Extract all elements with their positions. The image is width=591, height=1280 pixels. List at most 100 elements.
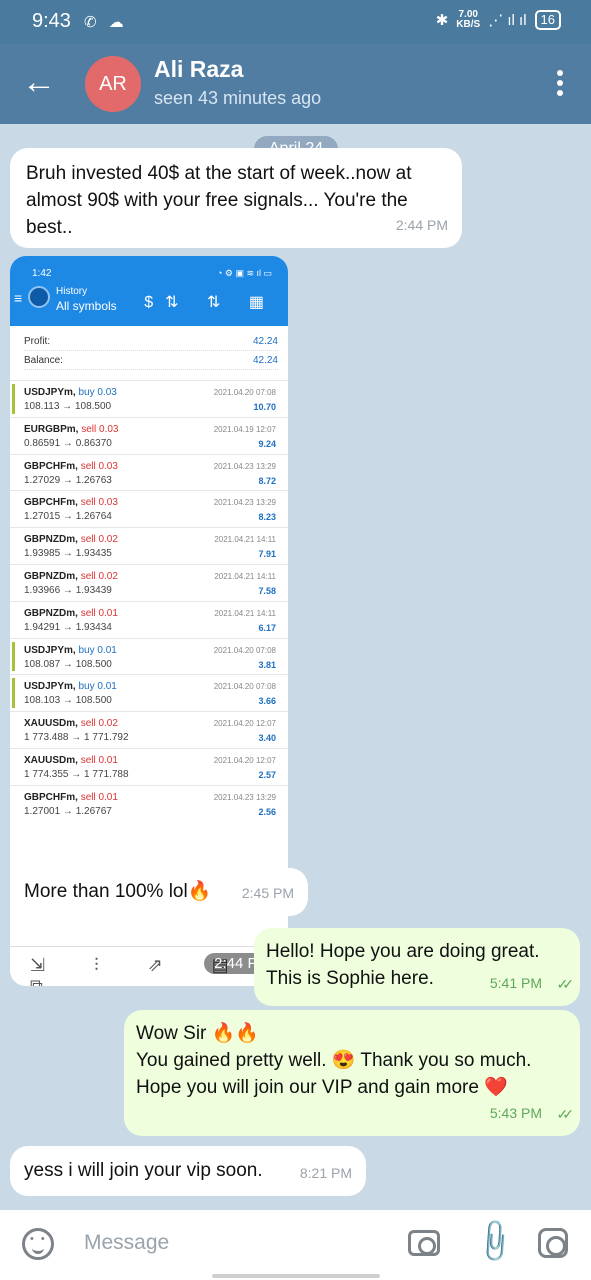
chat-area[interactable]: April 24 Bruh invested 40$ at the start … xyxy=(0,124,591,1210)
app-logo-icon xyxy=(28,286,50,308)
trade-row: GBPNZDm, sell 0.02 1.93985 → 1.93435 2021.… xyxy=(10,527,288,564)
notification-icons: ✆ ☁ xyxy=(84,14,128,31)
message-incoming[interactable]: yess i will join your vip soon. 8:21 PM xyxy=(10,1146,366,1196)
message-outgoing[interactable]: Wow Sir 🔥🔥 You gained pretty well. 😍 Tha… xyxy=(124,1010,580,1136)
trade-prices: 1.27001 → 1.26767 xyxy=(24,805,112,817)
network-speed: 7.00 KB/S xyxy=(456,9,481,30)
trade-row: XAUUSDm, sell 0.01 1 774.355 → 1 771.788 2… xyxy=(10,747,288,785)
trade-symbol: GBPNZDm, sell 0.02 xyxy=(24,570,118,582)
message-time: 2:44 PM xyxy=(395,217,448,233)
trade-side: sell 0.02 xyxy=(80,718,118,730)
chat-header: ← AR Ali Raza seen 43 minutes ago xyxy=(0,44,591,124)
message-line: You gained pretty well. 😍 Thank you so m… xyxy=(136,1050,532,1071)
trade-side: sell 0.02 xyxy=(80,570,118,582)
trade-symbol: GBPCHFm, sell 0.01 xyxy=(24,791,118,803)
trade-symbol: USDJPYm, buy 0.01 xyxy=(24,644,117,656)
trade-prices: 1.27015 → 1.26764 xyxy=(24,511,112,523)
trade-profit: 2.57 xyxy=(258,769,276,780)
trade-symbol: GBPNZDm, sell 0.01 xyxy=(24,607,118,619)
trade-symbol: EURGBPm, sell 0.03 xyxy=(24,423,119,435)
message-incoming[interactable]: More than 100% lol🔥 2:45 PM xyxy=(10,868,308,916)
back-arrow-icon[interactable]: ← xyxy=(22,64,56,100)
attach-icon[interactable]: 📎 xyxy=(469,1216,520,1267)
trade-profit: 6.17 xyxy=(258,622,276,633)
trade-prices: 0.86591 → 0.86370 xyxy=(24,437,112,449)
image-title: History xyxy=(56,286,88,297)
menu-icon: ≡ xyxy=(14,290,23,306)
more-options-icon[interactable] xyxy=(557,70,565,100)
read-receipt-icon: ✓✓ xyxy=(556,1106,575,1122)
trade-datetime: 2021.04.19 12:07 xyxy=(213,424,276,434)
image-status-time: 1:42 xyxy=(32,268,52,279)
trade-prices: 1 774.355 → 1 771.788 xyxy=(24,768,129,780)
trade-list: USDJPYm, buy 0.03 108.113 → 108.500 2021.0… xyxy=(10,380,288,822)
trade-symbol: GBPNZDm, sell 0.02 xyxy=(24,534,118,546)
trade-prices: 1.93966 → 1.93439 xyxy=(24,584,112,596)
trade-side: sell 0.02 xyxy=(80,534,118,546)
status-time: 9:43 xyxy=(32,10,71,32)
emoji-icon[interactable] xyxy=(22,1228,54,1260)
balance-row: Balance: 42.24 xyxy=(24,351,278,370)
trade-profit: 7.58 xyxy=(258,585,276,596)
trade-datetime: 2021.04.20 12:07 xyxy=(213,755,276,765)
trade-row: GBPNZDm, sell 0.01 1.94291 → 1.93434 2021.… xyxy=(10,600,288,638)
message-text: Bruh invested 40$ at the start of week..… xyxy=(26,163,412,238)
trade-datetime: 2021.04.20 07:08 xyxy=(213,388,276,397)
message-time: 2:45 PM xyxy=(241,885,294,901)
trade-row: USDJPYm, buy 0.01 108.103 → 108.500 2021.0… xyxy=(10,674,288,711)
trade-datetime: 2021.04.20 07:08 xyxy=(213,682,276,692)
home-indicator xyxy=(212,1274,380,1278)
message-line: Wow Sir 🔥🔥 xyxy=(136,1023,259,1044)
trade-row: GBPCHFm, sell 0.03 1.27015 → 1.26764 2021.… xyxy=(10,490,288,527)
avatar[interactable]: AR xyxy=(85,56,141,112)
trade-symbol: USDJPYm, buy 0.03 xyxy=(24,387,117,398)
trade-datetime: 2021.04.21 14:11 xyxy=(214,535,276,545)
image-status-icons: ◔ ⚙ ▣ ≋ ıl ▭ xyxy=(216,268,272,278)
trade-side: buy 0.03 xyxy=(78,387,117,398)
trade-profit: 3.66 xyxy=(258,696,276,707)
image-bottom-nav: ⇲ ⫶ ⇗ ▤ ⧉ 2:44 PM xyxy=(10,946,288,986)
trade-row: GBPCHFm, sell 0.01 1.27001 → 1.26767 2021.… xyxy=(10,784,288,822)
message-outgoing[interactable]: Hello! Hope you are doing great. This is… xyxy=(254,928,580,1006)
message-input[interactable]: Message xyxy=(84,1231,169,1255)
trade-datetime: 2021.04.23 13:29 xyxy=(213,792,276,802)
trade-row: EURGBPm, sell 0.03 0.86591 → 0.86370 2021.… xyxy=(10,416,288,454)
trade-profit: 3.40 xyxy=(258,733,276,744)
trade-profit: 10.70 xyxy=(253,402,276,412)
trade-prices: 108.103 → 108.500 xyxy=(24,695,112,707)
message-time: 5:43 PM xyxy=(489,1105,542,1121)
trade-datetime: 2021.04.21 14:11 xyxy=(214,571,276,581)
trade-datetime: 2021.04.21 14:11 xyxy=(214,608,276,618)
trade-profit: 3.81 xyxy=(258,659,276,670)
trade-profit: 2.56 xyxy=(258,806,276,817)
account-summary: Profit: 42.24 Balance: 42.24 xyxy=(10,326,288,374)
profit-row: Profit: 42.24 xyxy=(24,332,278,351)
image-app-header: 1:42 ◔ ⚙ ▣ ≋ ıl ▭ ≡ History All symbols … xyxy=(10,256,288,326)
trade-side: sell 0.01 xyxy=(80,607,118,619)
trade-row: USDJPYm, buy 0.01 108.087 → 108.500 2021.0… xyxy=(10,637,288,675)
trade-side: sell 0.01 xyxy=(80,754,118,766)
trade-datetime: 2021.04.20 07:08 xyxy=(213,645,276,655)
trade-datetime: 2021.04.23 13:29 xyxy=(213,498,276,508)
image-subtitle: All symbols xyxy=(56,299,117,313)
status-right: ✱ 7.00 KB/S ⋰ ıl ıl 16 xyxy=(436,10,561,30)
trade-prices: 1.93985 → 1.93435 xyxy=(24,548,112,560)
camera-icon[interactable] xyxy=(408,1230,440,1256)
trade-profit: 7.91 xyxy=(258,549,276,560)
trade-prices: 1 773.488 → 1 771.792 xyxy=(24,732,129,744)
message-incoming[interactable]: Bruh invested 40$ at the start of week..… xyxy=(10,148,462,248)
last-seen-status: seen 43 minutes ago xyxy=(154,88,322,108)
image-toolbar-icons: $⇅ ⇅ ▦ xyxy=(144,294,276,311)
trade-symbol: USDJPYm, buy 0.01 xyxy=(24,681,117,693)
instagram-icon[interactable] xyxy=(538,1228,568,1258)
trade-side: sell 0.03 xyxy=(80,497,118,509)
trade-side: buy 0.01 xyxy=(78,644,117,656)
contact-name[interactable]: Ali Raza xyxy=(154,56,243,83)
trade-symbol: GBPCHFm, sell 0.03 xyxy=(24,497,118,509)
trade-side: sell 0.03 xyxy=(80,460,118,472)
trade-side: buy 0.01 xyxy=(78,681,117,693)
trade-profit: 9.24 xyxy=(258,438,276,449)
trade-prices: 1.27029 → 1.26763 xyxy=(24,474,112,486)
trade-row: USDJPYm, buy 0.03 108.113 → 108.500 2021.0… xyxy=(10,380,288,417)
message-line: Hope you will join our VIP and gain more… xyxy=(136,1077,508,1098)
